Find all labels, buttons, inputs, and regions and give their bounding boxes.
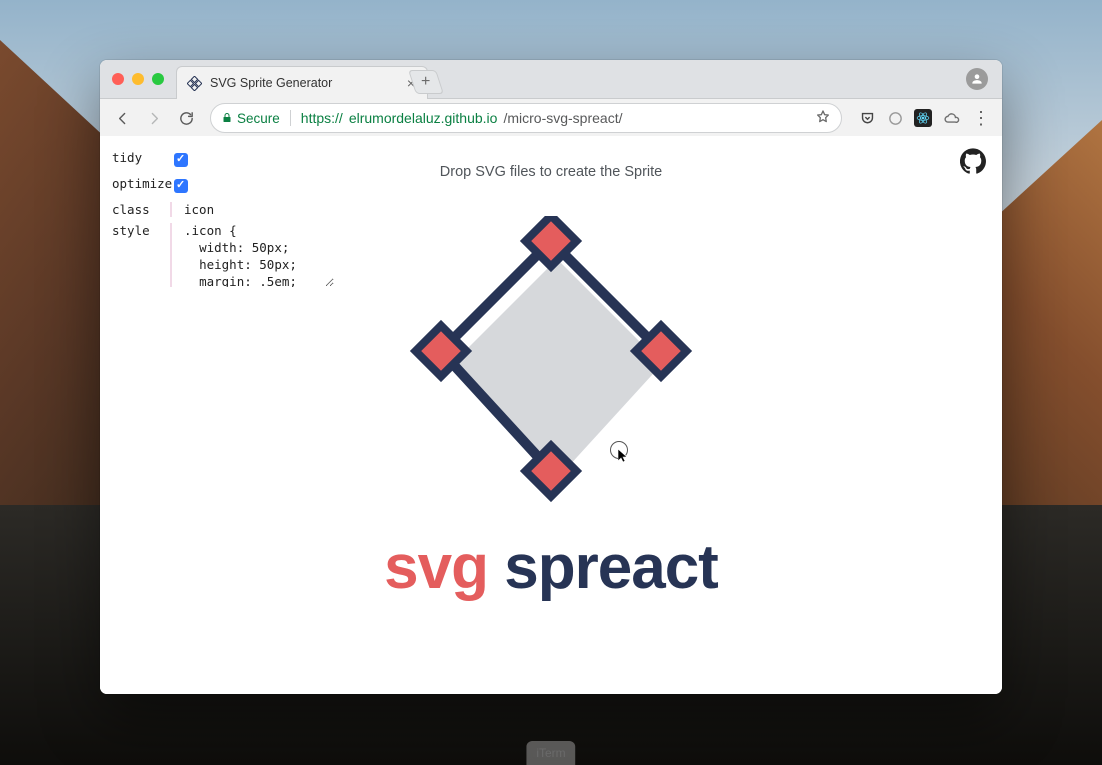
close-window-button[interactable] xyxy=(112,73,124,85)
react-devtools-extension-icon[interactable] xyxy=(914,109,932,127)
optimize-checkbox[interactable] xyxy=(174,179,188,193)
profile-button[interactable] xyxy=(966,68,988,90)
cloud-extension-icon[interactable] xyxy=(942,109,960,127)
maximize-window-button[interactable] xyxy=(152,73,164,85)
minimize-window-button[interactable] xyxy=(132,73,144,85)
page-viewport: tidy optimize class style .icon { width:… xyxy=(100,136,1002,694)
address-bar[interactable]: Secure https:// elrumordelaluz.github.io /… xyxy=(210,103,842,133)
divider xyxy=(290,110,291,126)
wordmark: svg spreact xyxy=(384,532,718,603)
class-input[interactable] xyxy=(170,202,334,217)
browser-tab[interactable]: SVG Sprite Generator × xyxy=(176,66,428,99)
url-host: elrumordelaluz.github.io xyxy=(349,110,498,126)
wordmark-part-2: spreact xyxy=(504,533,718,602)
tab-title: SVG Sprite Generator xyxy=(210,76,405,90)
wordmark-part-1: svg xyxy=(384,533,488,602)
favicon-icon xyxy=(187,76,202,91)
drop-hint: Drop SVG files to create the Sprite xyxy=(100,164,1002,180)
reload-button[interactable] xyxy=(172,104,200,132)
forward-button[interactable] xyxy=(140,104,168,132)
browser-toolbar: Secure https:// elrumordelaluz.github.io /… xyxy=(100,99,1002,138)
class-label: class xyxy=(112,202,170,217)
circle-extension-icon[interactable] xyxy=(886,109,904,127)
tab-strip: SVG Sprite Generator × + xyxy=(100,60,1002,99)
browser-window: SVG Sprite Generator × + Secure https://… xyxy=(100,60,1002,694)
back-button[interactable] xyxy=(108,104,136,132)
extensions xyxy=(858,109,960,127)
url-protocol: https:// xyxy=(301,110,343,126)
hero-logo: svg spreact xyxy=(100,216,1002,603)
cursor-icon xyxy=(610,441,628,459)
window-controls xyxy=(112,73,164,85)
bookmark-star-icon[interactable] xyxy=(815,109,831,128)
dock-app-label[interactable]: iTerm xyxy=(526,741,575,765)
lock-icon: Secure xyxy=(221,111,280,126)
pocket-extension-icon[interactable] xyxy=(858,109,876,127)
tidy-label: tidy xyxy=(112,150,170,165)
url-path: /micro-svg-spreact/ xyxy=(503,110,622,126)
menu-button[interactable]: ⋮ xyxy=(968,108,994,129)
secure-label: Secure xyxy=(237,111,280,126)
